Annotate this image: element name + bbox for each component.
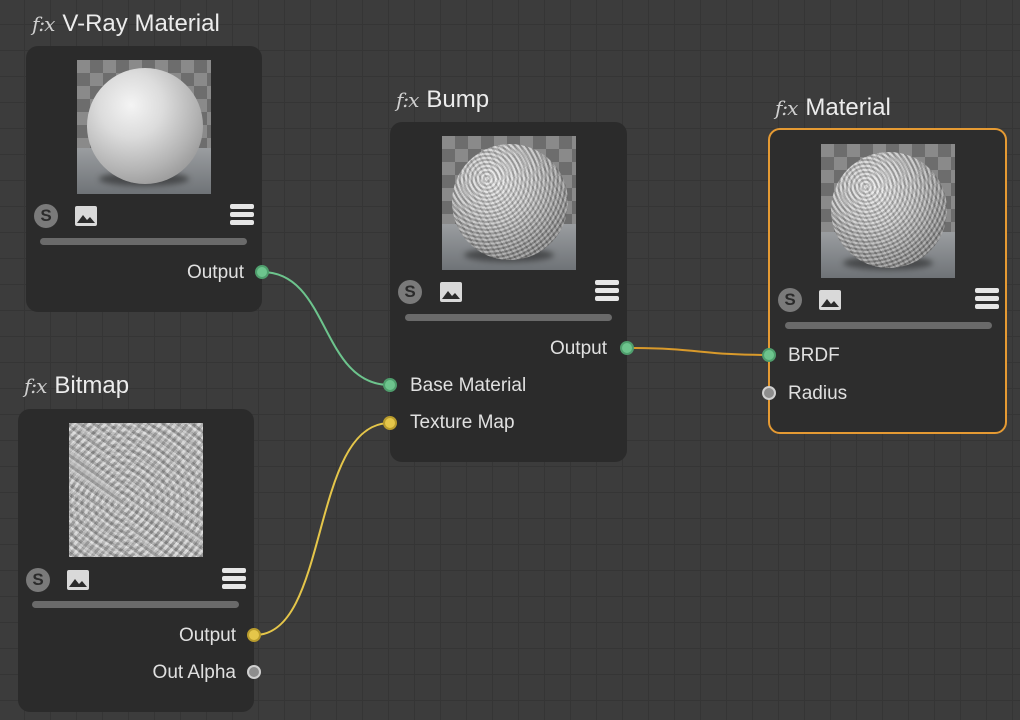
s-icon[interactable]: S [26, 568, 50, 592]
vray-node-title-text: V-Ray Material [62, 10, 220, 37]
material-radius-port[interactable] [762, 386, 776, 400]
preview-progress-bar [405, 314, 612, 321]
vray-node-title[interactable]: f:x V-Ray Material [32, 10, 220, 38]
material-node-title[interactable]: f:x Material [775, 94, 891, 122]
wire-bitmap-to-bump-texture-map[interactable] [254, 422, 391, 636]
material-brdf-label: BRDF [788, 345, 840, 366]
bitmap-node-title-text: Bitmap [54, 372, 130, 399]
bitmap-node-title[interactable]: f:x Bitmap [24, 372, 129, 400]
menu-icon[interactable] [595, 280, 619, 304]
material-preview [821, 144, 955, 278]
bitmap-texture-preview [69, 423, 203, 557]
preview-progress-bar [32, 601, 239, 608]
s-icon[interactable]: S [34, 204, 58, 228]
menu-icon[interactable] [975, 288, 999, 312]
bump-node-title-text: Bump [426, 86, 490, 113]
image-icon[interactable] [819, 290, 841, 310]
bump-base-material-port[interactable] [383, 378, 397, 392]
menu-icon[interactable] [222, 568, 246, 592]
preview-sphere [452, 144, 568, 260]
preview-progress-bar [785, 322, 992, 329]
bitmap-output-label: Output [178, 625, 236, 646]
image-icon[interactable] [440, 282, 462, 302]
material-node-title-text: Material [805, 94, 891, 121]
vray-output-port[interactable] [255, 265, 269, 279]
bitmap-node[interactable]: S Output Out Alpha [18, 409, 254, 712]
bitmap-out-alpha-port[interactable] [247, 665, 261, 679]
wire-vray-to-bump-base-material[interactable] [261, 271, 391, 386]
vray-material-node[interactable]: S Output [26, 46, 262, 312]
image-icon[interactable] [67, 570, 89, 590]
bump-texture-map-port[interactable] [383, 416, 397, 430]
fx-icon: f:x [24, 374, 47, 398]
menu-icon[interactable] [230, 204, 254, 228]
bump-node-title[interactable]: f:x Bump [396, 86, 489, 114]
s-icon[interactable]: S [398, 280, 422, 304]
fx-icon: f:x [396, 88, 419, 112]
bump-base-material-label: Base Material [410, 375, 527, 396]
preview-progress-bar [40, 238, 247, 245]
bump-node[interactable]: S Output Base Material Texture Map [390, 122, 627, 462]
wire-bump-to-material-brdf[interactable] [626, 347, 770, 356]
s-icon[interactable]: S [778, 288, 802, 312]
bump-output-label: Output [549, 338, 607, 359]
preview-sphere [831, 152, 947, 268]
bitmap-output-port[interactable] [247, 628, 261, 642]
material-node[interactable]: S BRDF Radius [768, 128, 1007, 434]
material-brdf-port[interactable] [762, 348, 776, 362]
bump-output-port[interactable] [620, 341, 634, 355]
material-radius-label: Radius [788, 383, 848, 404]
image-icon[interactable] [75, 206, 97, 226]
vray-material-preview [77, 60, 211, 194]
fx-icon: f:x [32, 12, 55, 36]
bump-preview [442, 136, 576, 270]
fx-icon: f:x [775, 96, 798, 120]
preview-sphere [87, 68, 203, 184]
bump-texture-map-label: Texture Map [410, 412, 515, 433]
bitmap-out-alpha-label: Out Alpha [152, 662, 236, 683]
vray-output-label: Output [186, 262, 244, 283]
